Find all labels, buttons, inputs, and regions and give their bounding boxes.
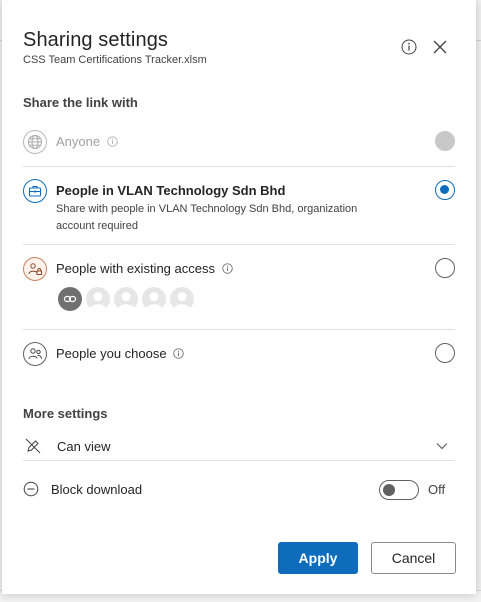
dialog-title: Sharing settings (23, 29, 169, 51)
organization-icon (23, 179, 47, 203)
info-icon (401, 39, 417, 55)
block-download-label: Block download (51, 482, 143, 497)
option-existing-access-text: People with existing access (56, 261, 215, 276)
close-icon (433, 40, 447, 54)
avatar (142, 287, 166, 311)
permission-value: Can view (57, 439, 111, 454)
option-organization[interactable]: People in VLAN Technology Sdn Bhd Share … (23, 179, 455, 235)
option-organization-label: People in VLAN Technology Sdn Bhd (56, 183, 286, 198)
option-people-you-choose[interactable]: People you choose (23, 342, 455, 366)
divider (23, 166, 455, 167)
toggle-state-label: Off (428, 482, 446, 497)
avatar (170, 287, 194, 311)
permission-dropdown[interactable]: Can view (23, 437, 449, 457)
file-name: CSS Team Certifications Tracker.xlsm (23, 54, 207, 66)
existing-access-avatars (58, 287, 194, 311)
option-organization-description: Share with people in VLAN Technology Sdn… (56, 203, 358, 232)
radio-people-you-choose[interactable] (435, 343, 455, 363)
apply-button[interactable]: Apply (278, 542, 358, 574)
option-anyone[interactable]: Anyone (23, 130, 455, 154)
info-button[interactable] (399, 37, 419, 57)
share-section-label: Share the link with (23, 95, 138, 110)
option-anyone-text: Anyone (56, 134, 101, 149)
globe-icon (23, 130, 47, 154)
info-icon (221, 263, 233, 274)
block-download-row: Block download Off (23, 480, 449, 502)
option-existing-access[interactable]: People with existing access (23, 257, 455, 315)
option-people-you-choose-text: People you choose (56, 346, 167, 361)
more-settings-label: More settings (23, 406, 108, 421)
info-icon (173, 348, 184, 359)
divider (23, 329, 455, 330)
people-lock-icon (23, 257, 47, 281)
option-existing-access-label: People with existing access (56, 261, 233, 276)
radio-existing-access[interactable] (435, 258, 455, 278)
cancel-button[interactable]: Cancel (371, 542, 456, 574)
avatar (114, 287, 138, 311)
block-download-toggle[interactable] (379, 480, 419, 500)
option-anyone-label: Anyone (56, 134, 118, 149)
avatar (86, 287, 110, 311)
sharing-settings-dialog: Sharing settings CSS Team Certifications… (2, 0, 476, 594)
radio-organization[interactable] (435, 180, 455, 200)
divider (23, 244, 455, 245)
close-button[interactable] (430, 37, 450, 57)
info-icon (107, 136, 118, 147)
people-choose-icon (23, 342, 47, 366)
chevron-down-icon (436, 443, 448, 450)
option-people-you-choose-label: People you choose (56, 346, 184, 361)
divider (23, 460, 455, 461)
link-icon (58, 287, 82, 311)
pencil-off-icon (25, 438, 41, 454)
radio-anyone[interactable] (435, 131, 455, 151)
block-icon (23, 481, 39, 497)
